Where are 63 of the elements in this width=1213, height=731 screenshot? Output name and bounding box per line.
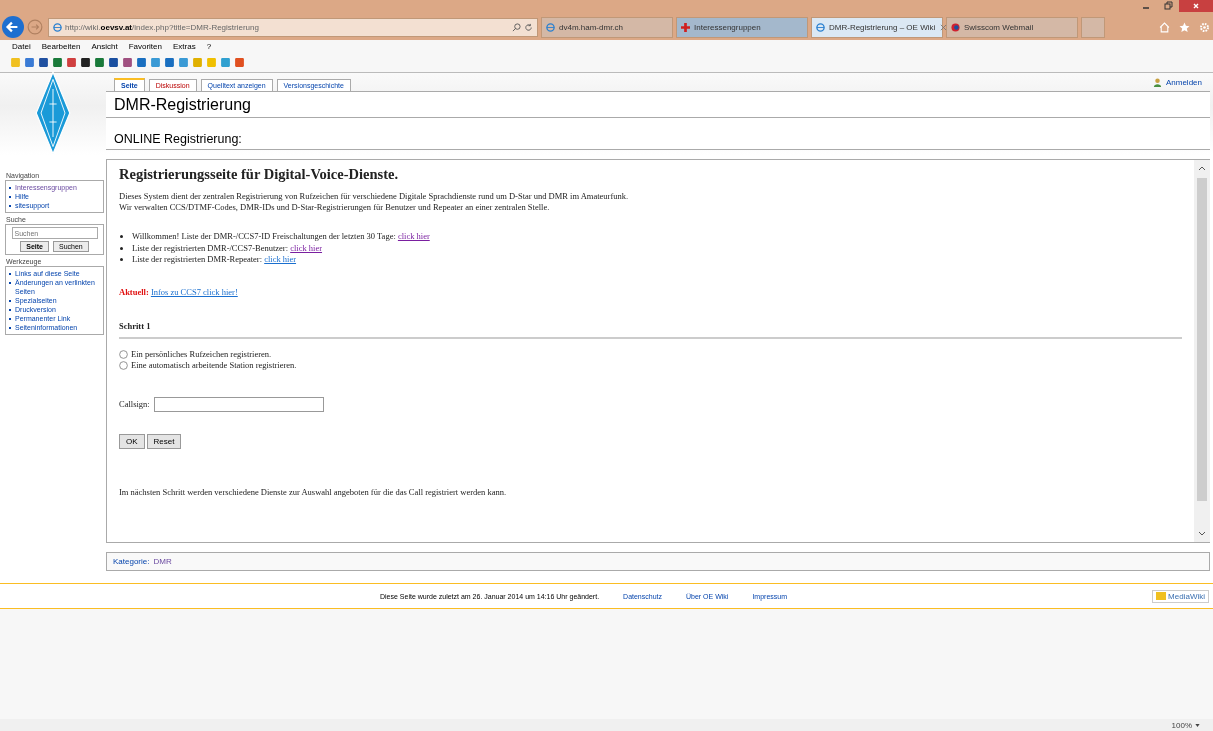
home-icon[interactable] <box>1159 21 1170 33</box>
intro-text: Wir verwalten CCS/DTMF-Codes, DMR-IDs und D-Star-Registrierungen für Benutzer und Repeater an einer zentralen Stelle. <box>119 202 551 213</box>
settings-icon[interactable] <box>1199 21 1210 33</box>
list-link[interactable]: click hier <box>397 231 430 243</box>
bullet-icon <box>120 258 123 262</box>
bullet-icon <box>120 235 123 239</box>
search-icon[interactable] <box>512 22 521 32</box>
browser-tab[interactable]: Interessengruppen <box>676 16 808 38</box>
restore-icon <box>1163 1 1173 11</box>
field-label: Callsign: <box>119 399 150 409</box>
diamond-logo[interactable] <box>34 71 72 155</box>
list-text: Liste der registrierten DMR-/CCS7-Benutzer: <box>132 242 289 254</box>
address-field[interactable]: http://wiki.oevsv.at/index.php?title=DMR-Registrierung <box>48 17 538 37</box>
browser-tab[interactable]: dv4m.ham-dmr.ch <box>541 16 673 38</box>
menu-item[interactable]: Bearbeiten <box>41 42 81 51</box>
menu-item[interactable]: ? <box>206 42 212 51</box>
section-heading: ONLINE Registrierung: <box>106 118 1210 150</box>
login-link[interactable]: Anmelden <box>1165 77 1202 87</box>
bullet-icon <box>120 246 123 250</box>
refresh-icon[interactable] <box>524 22 533 32</box>
ring-icon <box>951 22 960 32</box>
globe-e-icon <box>816 22 825 32</box>
globe-e-icon <box>53 22 62 32</box>
list-link[interactable]: click hier <box>290 242 323 254</box>
radio-button[interactable] <box>119 349 128 359</box>
zoom-level[interactable]: 100% <box>1171 720 1192 730</box>
back-icon[interactable] <box>2 16 24 38</box>
globe-e-icon <box>546 22 555 32</box>
browser-tab[interactable]: DMR-Registrierung – OE Wiki <box>811 16 943 38</box>
menu-item[interactable]: Extras <box>173 42 196 51</box>
browser-tab[interactable]: Swisscom Webmail <box>946 16 1078 38</box>
cross-icon <box>681 22 690 32</box>
radio-label: Eine automatisch arbeitende Station registrieren. <box>131 359 297 371</box>
scrollbar[interactable] <box>1194 160 1210 542</box>
favorite-site-icon[interactable] <box>108 57 119 68</box>
notice-label: Aktuell: <box>119 286 149 297</box>
notice-link[interactable]: Infos zu CCS7 click hier! <box>150 286 238 297</box>
close-button[interactable] <box>1179 0 1213 12</box>
list-text: Willkommen! Liste der DMR-/CCS7-ID Freischaltungen der letzten 30 Tage: <box>132 231 396 243</box>
page-title: DMR-Registrierung <box>106 91 1210 118</box>
intro-text: Dieses System dient der zentralen Registrierung von Rufzeichen für verschiedene Digitale Sprachdienste rund um D-Star und DMR im Amateurfunk. <box>119 191 630 202</box>
category-label[interactable]: Kategorie: <box>113 557 150 566</box>
category-link[interactable]: DMR <box>153 557 172 566</box>
menu-item[interactable]: Datei <box>12 42 31 51</box>
list-text: Liste der registrierten DMR-Repeater: <box>132 254 263 266</box>
caret-icon[interactable] <box>1194 721 1201 729</box>
radio-button[interactable] <box>119 360 128 370</box>
note-text: Im nächsten Schritt werden verschiedene Dienste zur Auswahl angeboten für die das Call registriert werden kann. <box>119 486 508 497</box>
menu-item[interactable]: Favoriten <box>128 42 162 51</box>
frame-heading: Registrierungsseite für Digital-Voice-Dienste. <box>119 166 400 183</box>
star-icon[interactable] <box>1179 21 1190 33</box>
step-heading: Schritt 1 <box>119 320 1182 339</box>
list-link[interactable]: click hier <box>264 254 297 266</box>
favorite-site-icon[interactable] <box>38 57 49 68</box>
user-icon <box>1152 77 1162 87</box>
powered-by-badge[interactable]: MediaWiki <box>1152 589 1209 603</box>
form-button[interactable]: OK <box>119 433 145 449</box>
radio-label: Ein persönliches Rufzeichen registrieren. <box>131 348 272 360</box>
callsign-field[interactable] <box>153 396 324 412</box>
menu-item[interactable]: Ansicht <box>91 42 118 51</box>
favorite-site-icon[interactable] <box>80 57 91 68</box>
form-button[interactable]: Reset <box>146 433 182 449</box>
close-icon <box>1191 1 1201 11</box>
